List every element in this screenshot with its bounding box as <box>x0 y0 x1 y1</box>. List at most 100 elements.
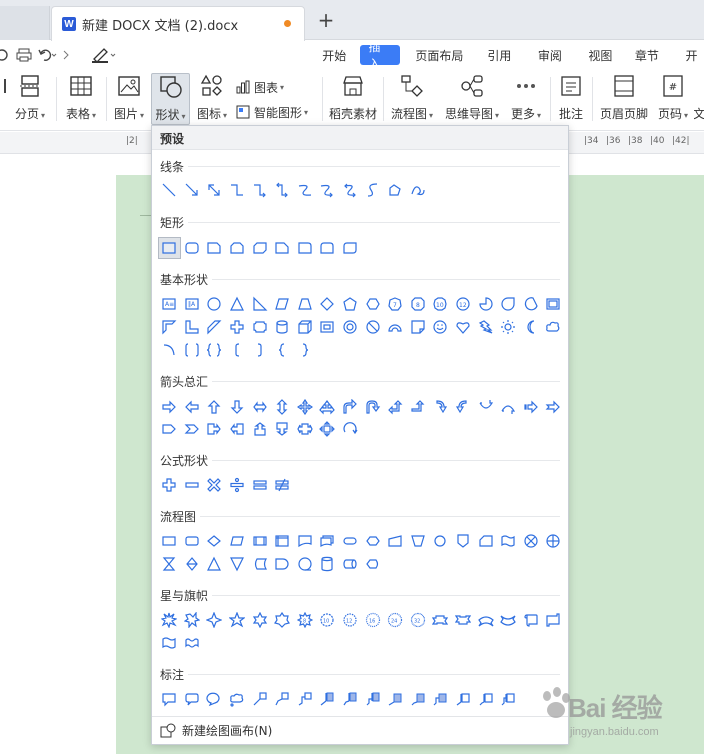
icon-button[interactable]: 图标 ▾ <box>194 73 230 125</box>
header-footer-button[interactable]: 页眉页脚 <box>597 73 651 125</box>
format-painter-icon[interactable] <box>92 46 118 64</box>
menu-section[interactable]: 章节 <box>627 41 667 69</box>
new-canvas-button[interactable]: 新建绘图画布(N) <box>152 716 568 744</box>
shape-pentarrow-icon[interactable] <box>158 418 181 440</box>
shape-fcard-icon[interactable] <box>474 530 497 552</box>
shape-halfframe-icon[interactable] <box>158 316 181 338</box>
shape-udarrow-icon[interactable] <box>271 396 294 418</box>
shape-curvribdown-icon[interactable] <box>497 609 520 631</box>
shape-curvedl-icon[interactable] <box>452 396 475 418</box>
shape-vscroll-icon[interactable] <box>520 609 543 631</box>
shape-explosion1-icon[interactable] <box>158 609 181 631</box>
menu-insert[interactable]: 插入 <box>360 40 400 71</box>
shape-lrcallout-icon[interactable] <box>294 418 317 440</box>
shape-lcallout-icon[interactable] <box>226 418 249 440</box>
menu-review[interactable]: 审阅 <box>530 41 570 69</box>
shape-snip2-icon[interactable] <box>226 237 249 259</box>
new-tab-button[interactable]: + <box>316 9 336 31</box>
shape-fdisplay-icon[interactable] <box>361 553 384 575</box>
shape-cacc3-icon[interactable] <box>361 688 384 710</box>
shape-stripedr-icon[interactable] <box>520 396 543 418</box>
shape-diamond-icon[interactable] <box>316 293 339 315</box>
shape-fsort-icon[interactable] <box>181 553 204 575</box>
shape-fmanop-icon[interactable] <box>407 530 430 552</box>
shape-teardrop-icon[interactable] <box>497 293 520 315</box>
shape-dblbracket-icon[interactable] <box>181 339 204 361</box>
shape-ucallout-icon[interactable] <box>248 418 271 440</box>
shape-cline2-icon[interactable] <box>271 688 294 710</box>
shape-donut-icon[interactable] <box>339 316 362 338</box>
shape-dodecagon-icon[interactable]: 12 <box>452 293 475 315</box>
shape-fmag-icon[interactable] <box>316 553 339 575</box>
comment-button[interactable]: 批注 <box>554 73 588 125</box>
shape-lrudarrow-icon[interactable] <box>316 396 339 418</box>
shape-cacc1-icon[interactable] <box>316 688 339 710</box>
shape-plus-icon[interactable] <box>226 316 249 338</box>
menu-view[interactable]: 视图 <box>580 41 620 69</box>
shape-trapezoid-icon[interactable] <box>294 293 317 315</box>
chart-button[interactable]: 图表 ▾ <box>236 77 284 97</box>
shape-octagon-icon[interactable]: 8 <box>407 293 430 315</box>
shape-eqplus-icon[interactable] <box>158 474 181 496</box>
shape-uarrow-icon[interactable] <box>203 396 226 418</box>
shape-ftape-icon[interactable] <box>497 530 520 552</box>
shape-curvedbl-icon[interactable] <box>339 179 362 201</box>
shape-uturn-icon[interactable] <box>361 396 384 418</box>
shape-star32-icon[interactable]: 32 <box>407 609 430 631</box>
shape-snipround-icon[interactable] <box>271 237 294 259</box>
shape-star4-icon[interactable] <box>203 609 226 631</box>
shape-decagon-icon[interactable]: 10 <box>429 293 452 315</box>
shape-wave-icon[interactable] <box>158 632 181 654</box>
shape-rbrace-icon[interactable] <box>294 339 317 361</box>
shape-crect-icon[interactable] <box>158 688 181 710</box>
shape-cbord2-icon[interactable] <box>407 688 430 710</box>
shape-rectsel-icon[interactable] <box>158 237 181 259</box>
shape-line-icon[interactable] <box>158 179 181 201</box>
redo-icon[interactable] <box>62 46 78 64</box>
shape-lbracket-icon[interactable] <box>226 339 249 361</box>
docer-material-button[interactable]: 稻壳素材 <box>327 73 379 125</box>
shape-for-icon[interactable] <box>542 530 565 552</box>
shape-elbowdbl-icon[interactable] <box>271 179 294 201</box>
shape-circarrow-icon[interactable] <box>339 418 362 440</box>
shape-arrowline-icon[interactable] <box>181 179 204 201</box>
shape-elbowarrow-icon[interactable] <box>248 179 271 201</box>
shape-cacc2-icon[interactable] <box>339 688 362 710</box>
shape-cube-icon[interactable] <box>294 316 317 338</box>
shape-crrect-icon[interactable] <box>181 688 204 710</box>
shape-eqmul-icon[interactable] <box>203 474 226 496</box>
shape-fmanual-icon[interactable] <box>384 530 407 552</box>
print-icon[interactable] <box>16 46 32 64</box>
shape-fcollate-icon[interactable] <box>158 553 181 575</box>
menu-developer[interactable]: 开 <box>677 41 704 69</box>
shape-rounddiag-icon[interactable] <box>339 237 362 259</box>
tab-document[interactable]: W 新建 DOCX 文档 (2).docx <box>51 6 305 41</box>
shape-hscroll-icon[interactable] <box>542 609 565 631</box>
shape-star8-icon[interactable]: 8 <box>294 609 317 631</box>
shape-finternal-icon[interactable] <box>271 530 294 552</box>
shape-star7-icon[interactable] <box>271 609 294 631</box>
shape-eqequal-icon[interactable] <box>248 474 271 496</box>
smart-graphic-button[interactable]: 智能图形 ▾ <box>236 102 308 122</box>
cut-off-ribbon-button[interactable]: 文 <box>694 73 704 125</box>
shape-fmerge-icon[interactable] <box>226 553 249 575</box>
shape-fdecision-icon[interactable] <box>203 530 226 552</box>
shape-round1-icon[interactable] <box>294 237 317 259</box>
shape-curvearrow-icon[interactable] <box>316 179 339 201</box>
shape-round2-icon[interactable] <box>316 237 339 259</box>
shape-dblwave-icon[interactable] <box>181 632 204 654</box>
shape-fprocess-icon[interactable] <box>158 530 181 552</box>
shape-quadarrow-icon[interactable] <box>294 396 317 418</box>
shape-fpredef-icon[interactable] <box>248 530 271 552</box>
shape-elbow-icon[interactable] <box>226 179 249 201</box>
shape-roundrect-icon[interactable] <box>181 237 204 259</box>
shape-coval-icon[interactable] <box>203 688 226 710</box>
shape-bevel-icon[interactable] <box>316 316 339 338</box>
shape-fdoc-icon[interactable] <box>294 530 317 552</box>
shape-cnobord2-icon[interactable] <box>474 688 497 710</box>
shape-button[interactable]: 形状 ▾ <box>151 73 190 125</box>
page-number-button[interactable]: # 页码 ▾ <box>656 73 690 125</box>
shape-fdirect-icon[interactable] <box>339 553 362 575</box>
shape-larrow-icon[interactable] <box>181 396 204 418</box>
table-button[interactable]: 表格 ▾ <box>62 73 100 125</box>
